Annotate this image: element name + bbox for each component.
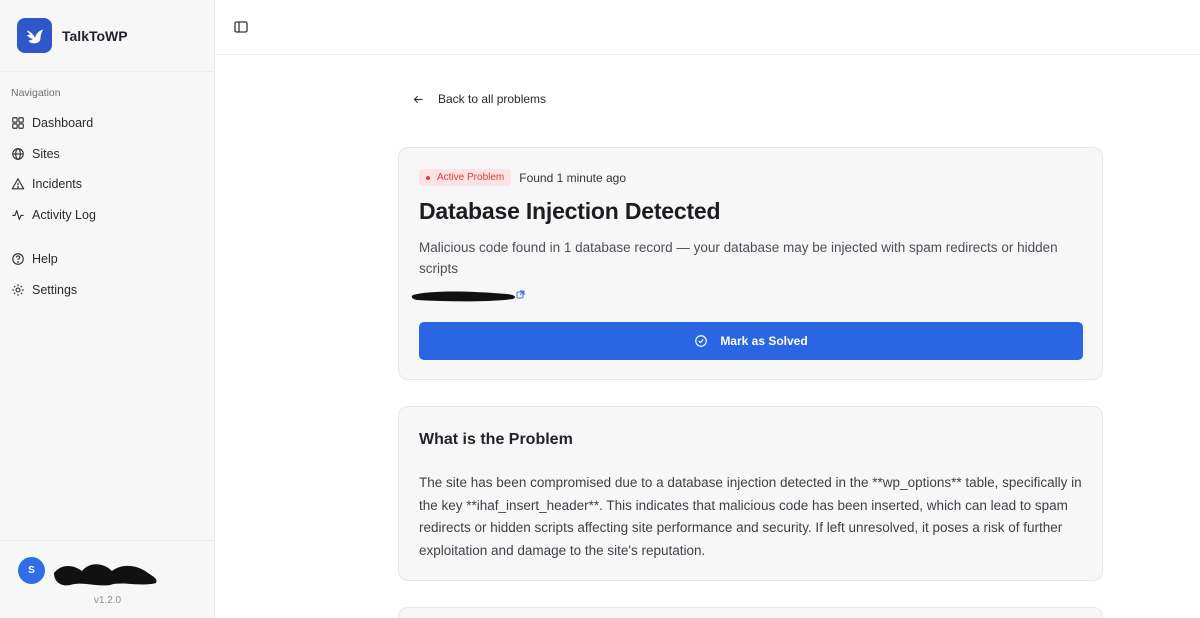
brand[interactable]: TalkToWP <box>0 0 215 72</box>
back-link[interactable]: Back to all problems <box>412 92 546 106</box>
secondary-nav: Help Settings <box>0 244 215 305</box>
problem-description: Malicious code found in 1 database recor… <box>419 240 1058 276</box>
next-card <box>398 607 1103 618</box>
problem-card: Active Problem Found 1 minute ago Databa… <box>398 147 1103 380</box>
sidebar-item-label: Activity Log <box>32 207 96 222</box>
check-circle-icon <box>695 335 708 347</box>
bird-logo-icon <box>26 29 43 43</box>
sidebar: TalkToWP Navigation Dashboard Sites Inci… <box>0 0 215 618</box>
user-menu[interactable]: S v1.2.0 <box>0 540 215 618</box>
activity-icon <box>12 209 24 220</box>
section-title: What is the Problem <box>419 431 573 448</box>
sidebar-item-sites[interactable]: Sites <box>0 139 215 170</box>
section-body: The site has been compromised due to a d… <box>419 475 1082 558</box>
sidebar-toggle-icon[interactable] <box>233 19 249 35</box>
back-link-label: Back to all problems <box>438 92 547 106</box>
arrow-left-icon <box>413 95 423 103</box>
mark-solved-button[interactable]: Mark as Solved <box>419 322 1083 360</box>
external-link-icon[interactable] <box>516 290 525 299</box>
status-badge: Active Problem <box>419 169 512 186</box>
redacted-username <box>54 564 157 586</box>
primary-nav: Dashboard Sites Incidents Activity Log <box>0 108 215 230</box>
nav-section-label: Navigation <box>11 87 61 99</box>
status-dot <box>426 175 430 180</box>
sidebar-item-label: Help <box>32 252 58 267</box>
warning-icon <box>11 178 25 190</box>
problem-details-card: What is the Problem The site has been co… <box>398 406 1103 581</box>
app-version: v1.2.0 <box>93 595 122 606</box>
avatar[interactable]: S <box>18 557 45 584</box>
sidebar-item-label: Dashboard <box>32 116 94 131</box>
sidebar-item-incidents[interactable]: Incidents <box>0 169 215 200</box>
top-bar <box>215 0 1200 55</box>
sidebar-item-dashboard[interactable]: Dashboard <box>0 108 215 139</box>
gear-icon <box>12 284 24 296</box>
problem-title: Database Injection Detected <box>419 198 721 224</box>
mark-solved-label: Mark as Solved <box>720 334 808 348</box>
sidebar-item-settings[interactable]: Settings <box>0 275 215 306</box>
redacted-site-link[interactable] <box>411 288 529 306</box>
app-logo <box>17 18 52 53</box>
sidebar-item-label: Settings <box>32 282 78 297</box>
status-badge-label: Active Problem <box>437 172 505 183</box>
found-time: Found 1 minute ago <box>519 170 626 185</box>
sidebar-item-help[interactable]: Help <box>0 244 215 275</box>
globe-icon <box>12 147 24 160</box>
sidebar-item-label: Incidents <box>32 177 83 192</box>
help-icon <box>12 253 24 266</box>
dashboard-icon <box>12 117 24 130</box>
sidebar-item-label: Sites <box>32 146 60 161</box>
app-name: TalkToWP <box>62 27 128 44</box>
problem-meta: Active Problem Found 1 minute ago <box>419 169 626 186</box>
sidebar-item-activity-log[interactable]: Activity Log <box>0 200 215 231</box>
